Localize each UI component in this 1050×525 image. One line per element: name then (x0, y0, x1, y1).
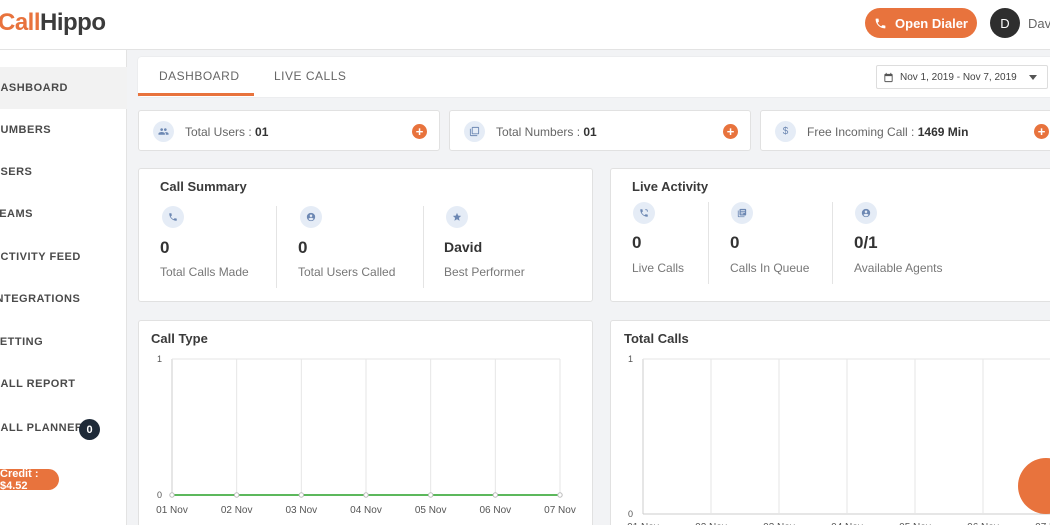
calls-in-queue-value: 0 (730, 233, 740, 252)
best-performer-value: David (444, 239, 483, 255)
x-tick-label: 06 Nov (479, 505, 511, 516)
data-point[interactable] (557, 492, 563, 498)
sidebar-item-label: DASHBOARD (0, 82, 68, 94)
data-point[interactable] (233, 492, 240, 498)
top-bar: CallHippo Open Dialer D David (0, 0, 1050, 50)
available-agents-value: 0/1 (854, 233, 878, 252)
live-activity-title: Live Activity (632, 179, 709, 194)
data-point[interactable] (363, 492, 369, 498)
sidebar-item-label: CALL REPORT (0, 378, 76, 390)
agent-icon (855, 202, 877, 224)
live-calls-value: 0 (632, 233, 642, 252)
data-point[interactable] (427, 492, 434, 498)
sidebar-item-users[interactable]: USERS (0, 151, 127, 193)
date-range-picker[interactable]: Nov 1, 2019 - Nov 7, 2019 (876, 65, 1048, 89)
user-avatar[interactable]: D (990, 8, 1020, 38)
add-number-button[interactable]: + (723, 124, 738, 139)
call-summary-panel: Call Summary 0 Total Calls Made 0 Total … (138, 168, 593, 302)
phone-icon (162, 206, 184, 228)
divider (423, 206, 424, 288)
phone-ring-icon (633, 202, 655, 224)
total-users-called-value: 0 (298, 238, 308, 257)
call-type-chart: 0 1 01 Nov 02 Nov 03 Nov 04 Nov 05 Nov 06 Nov 07… (156, 354, 576, 516)
call-planner-count-badge: 0 (79, 419, 100, 440)
x-tick-label: 05 Nov (415, 505, 447, 516)
data-point[interactable] (298, 492, 305, 498)
tab-dashboard[interactable]: DASHBOARD (159, 69, 240, 83)
stat-free-incoming-call: Free Incoming Call : 1469 Min (807, 125, 969, 139)
calls-in-queue-label: Calls In Queue (730, 261, 810, 275)
sidebar-item-label: INTEGRATIONS (0, 293, 81, 305)
sidebar-item-label: TEAMS (0, 208, 33, 220)
credit-badge[interactable]: Credit : $4.52 (0, 468, 59, 492)
queue-icon (731, 202, 753, 224)
dashboard-tabs: DASHBOARD LIVE CALLS Nov 1, 2019 - Nov 7… (138, 57, 1050, 97)
sidebar-item-numbers[interactable]: NUMBERS (0, 109, 127, 151)
sidebar-item-dashboard[interactable]: DASHBOARD (0, 67, 127, 109)
data-point[interactable] (492, 492, 499, 498)
divider (832, 202, 833, 284)
dollar-icon: $ (775, 121, 796, 142)
call-type-chart-panel: Call Type 0 1 01 Nov 02 Nov 03 Nov 04 Nov 05 N… (138, 320, 593, 525)
star-icon (446, 206, 468, 228)
x-tick-label: 01 Nov (156, 505, 188, 516)
tab-live-calls[interactable]: LIVE CALLS (274, 69, 346, 83)
sidebar-item-integrations[interactable]: INTEGRATIONS (0, 278, 127, 320)
numbers-icon (464, 121, 485, 142)
add-minutes-button[interactable]: + (1034, 124, 1049, 139)
active-tab-indicator (138, 93, 254, 96)
best-performer-label: Best Performer (444, 265, 525, 279)
total-calls-chart-panel: Total Calls 0101 Nov02 Nov03 Nov04 Nov05… (610, 320, 1050, 525)
chevron-down-icon (1029, 75, 1037, 80)
x-tick-label: 03 Nov (285, 505, 317, 516)
users-icon (153, 121, 174, 142)
y-tick-label: 1 (157, 354, 162, 364)
user-name[interactable]: David (1028, 16, 1050, 31)
sidebar-item-activity-feed[interactable]: ACTIVITY FEED (0, 236, 127, 278)
user-icon (300, 206, 322, 228)
call-summary-title: Call Summary (160, 179, 247, 194)
sidebar-item-label: ACTIVITY FEED (0, 251, 81, 263)
sidebar: DASHBOARD NUMBERS USERS TEAMS ACTIVITY F… (0, 50, 127, 525)
sidebar-item-label: CALL PLANNER (0, 422, 84, 434)
live-calls-label: Live Calls (632, 261, 685, 275)
y-tick-label: 0 (157, 490, 162, 500)
sidebar-item-label: USERS (0, 166, 33, 178)
sidebar-item-label: NUMBERS (0, 124, 52, 136)
available-agents-label: Available Agents (854, 261, 943, 275)
live-activity-panel: Live Activity 0 Live Calls 0 Calls In Qu… (610, 168, 1050, 302)
divider (708, 202, 709, 284)
open-dialer-button[interactable]: Open Dialer (865, 8, 977, 38)
x-tick-label: 02 Nov (221, 505, 253, 516)
phone-icon (875, 18, 886, 28)
stat-card-free-incoming: $ Free Incoming Call : 1469 Min + (760, 110, 1050, 151)
total-calls-made-label: Total Calls Made (160, 265, 249, 279)
data-point[interactable] (169, 492, 175, 498)
date-range-value: Nov 1, 2019 - Nov 7, 2019 (900, 71, 1017, 83)
stat-card-total-users: Total Users : 01 + (138, 110, 440, 151)
x-tick-label: 04 Nov (350, 505, 382, 516)
add-user-button[interactable]: + (412, 124, 427, 139)
sidebar-item-teams[interactable]: TEAMS (0, 193, 127, 235)
calendar-icon (884, 72, 893, 82)
callhippo-logo[interactable]: CallHippo (0, 9, 106, 37)
sidebar-item-call-report[interactable]: CALL REPORT (0, 363, 127, 405)
total-calls-made-value: 0 (160, 238, 170, 257)
sidebar-item-call-planner[interactable]: CALL PLANNER (0, 407, 127, 449)
sidebar-item-label: SETTING (0, 336, 44, 348)
sidebar-item-setting[interactable]: SETTING (0, 321, 127, 363)
y-tick-label: 0 (628, 509, 633, 519)
total-calls-chart: 0101 Nov02 Nov03 Nov04 Nov05 Nov06 Nov07… (627, 354, 1050, 525)
y-tick-label: 1 (628, 354, 633, 364)
open-dialer-label: Open Dialer (895, 15, 968, 31)
stat-card-total-numbers: Total Numbers : 01 + (449, 110, 751, 151)
total-users-called-label: Total Users Called (298, 265, 396, 279)
stat-total-users: Total Users : 01 (185, 125, 269, 139)
stat-total-numbers: Total Numbers : 01 (496, 125, 597, 139)
divider (276, 206, 277, 288)
x-tick-label: 07 Nov (544, 505, 576, 516)
